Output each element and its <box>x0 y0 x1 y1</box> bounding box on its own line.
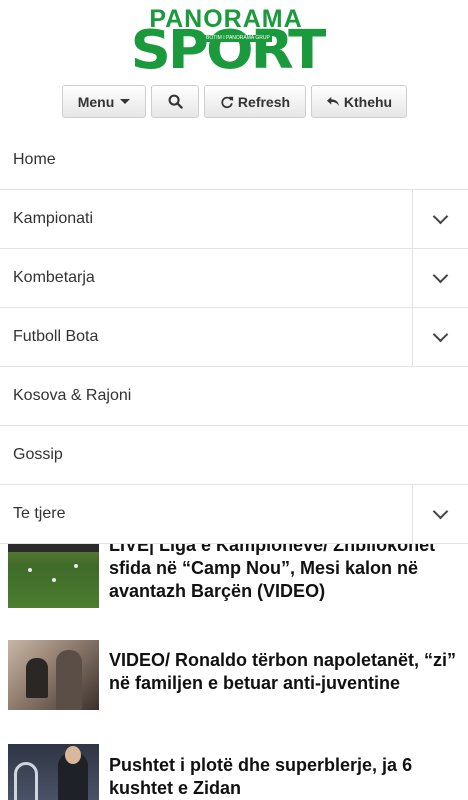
submenu-toggle[interactable] <box>412 190 468 248</box>
menu-button[interactable]: Menu <box>62 85 146 118</box>
article-thumbnail[interactable] <box>8 744 99 800</box>
dropdown-menu: Home Kampionati Kombetarja Futboll Bota … <box>0 131 468 544</box>
refresh-button-label: Refresh <box>237 93 291 110</box>
refresh-button[interactable]: Refresh <box>204 85 306 118</box>
submenu-toggle[interactable] <box>412 485 468 543</box>
toolbar: Menu Refresh Kthehu <box>62 85 407 118</box>
submenu-toggle[interactable] <box>412 249 468 307</box>
reply-arrow-icon <box>326 96 339 106</box>
menu-item-futboll-bota[interactable]: Futboll Bota <box>0 308 468 367</box>
logo-tagline: BOTIM I PANORAMA GRUP <box>204 35 272 42</box>
chevron-down-icon <box>432 267 449 284</box>
menu-item-kombetarja[interactable]: Kombetarja <box>0 249 468 308</box>
thumbnail-head <box>65 746 81 764</box>
menu-item-label: Kosova & Rajoni <box>13 387 132 404</box>
article-title[interactable]: Pushtet i plotë dhe superblerje, ja 6 ku… <box>109 754 459 800</box>
menu-item-home[interactable]: Home <box>0 131 468 190</box>
menu-item-label: Gossip <box>13 446 63 463</box>
menu-item-kampionati[interactable]: Kampionati <box>0 190 468 249</box>
chevron-down-icon <box>432 326 449 343</box>
menu-item-label: Kampionati <box>13 210 94 227</box>
back-button-label: Kthehu <box>343 93 393 110</box>
logo-main-word: SPORT <box>130 19 327 82</box>
article-title[interactable]: VIDEO/ Ronaldo tërbon napoletanët, “zi” … <box>109 649 459 695</box>
menu-item-gossip[interactable]: Gossip <box>0 426 468 485</box>
article-thumbnail[interactable] <box>8 538 99 608</box>
menu-item-label: Kombetarja <box>13 269 95 286</box>
chevron-down-icon <box>432 208 449 225</box>
thumbnail-player <box>52 578 56 582</box>
menu-item-label: Home <box>13 151 56 168</box>
submenu-toggle[interactable] <box>412 308 468 366</box>
trophy-icon <box>14 762 38 800</box>
site-header: PANORAMA SPORT BOTIM I PANORAMA GRUP Men… <box>0 0 468 128</box>
menu-item-te-tjere[interactable]: Te tjere <box>0 485 468 544</box>
menu-item-label: Futboll Bota <box>13 328 99 345</box>
menu-item-label: Te tjere <box>13 505 66 522</box>
thumbnail-person <box>56 650 82 710</box>
menu-button-label: Menu <box>77 93 115 110</box>
caret-down-icon <box>120 99 131 104</box>
panorama-sport-logo[interactable]: PANORAMA SPORT BOTIM I PANORAMA GRUP <box>96 6 358 82</box>
menu-item-kosova-rajoni[interactable]: Kosova & Rajoni <box>0 367 468 426</box>
article-title[interactable]: LIVE| Liga e Kampioneve/ Zhbllokohet sfi… <box>109 534 459 603</box>
chevron-down-icon <box>432 503 449 520</box>
refresh-icon <box>221 96 234 108</box>
search-button[interactable] <box>151 85 199 118</box>
search-icon <box>168 94 183 109</box>
thumbnail-player <box>74 564 78 568</box>
back-button[interactable]: Kthehu <box>311 85 407 118</box>
thumbnail-person <box>26 658 48 698</box>
article-thumbnail[interactable] <box>8 640 99 710</box>
thumbnail-player <box>28 568 32 572</box>
